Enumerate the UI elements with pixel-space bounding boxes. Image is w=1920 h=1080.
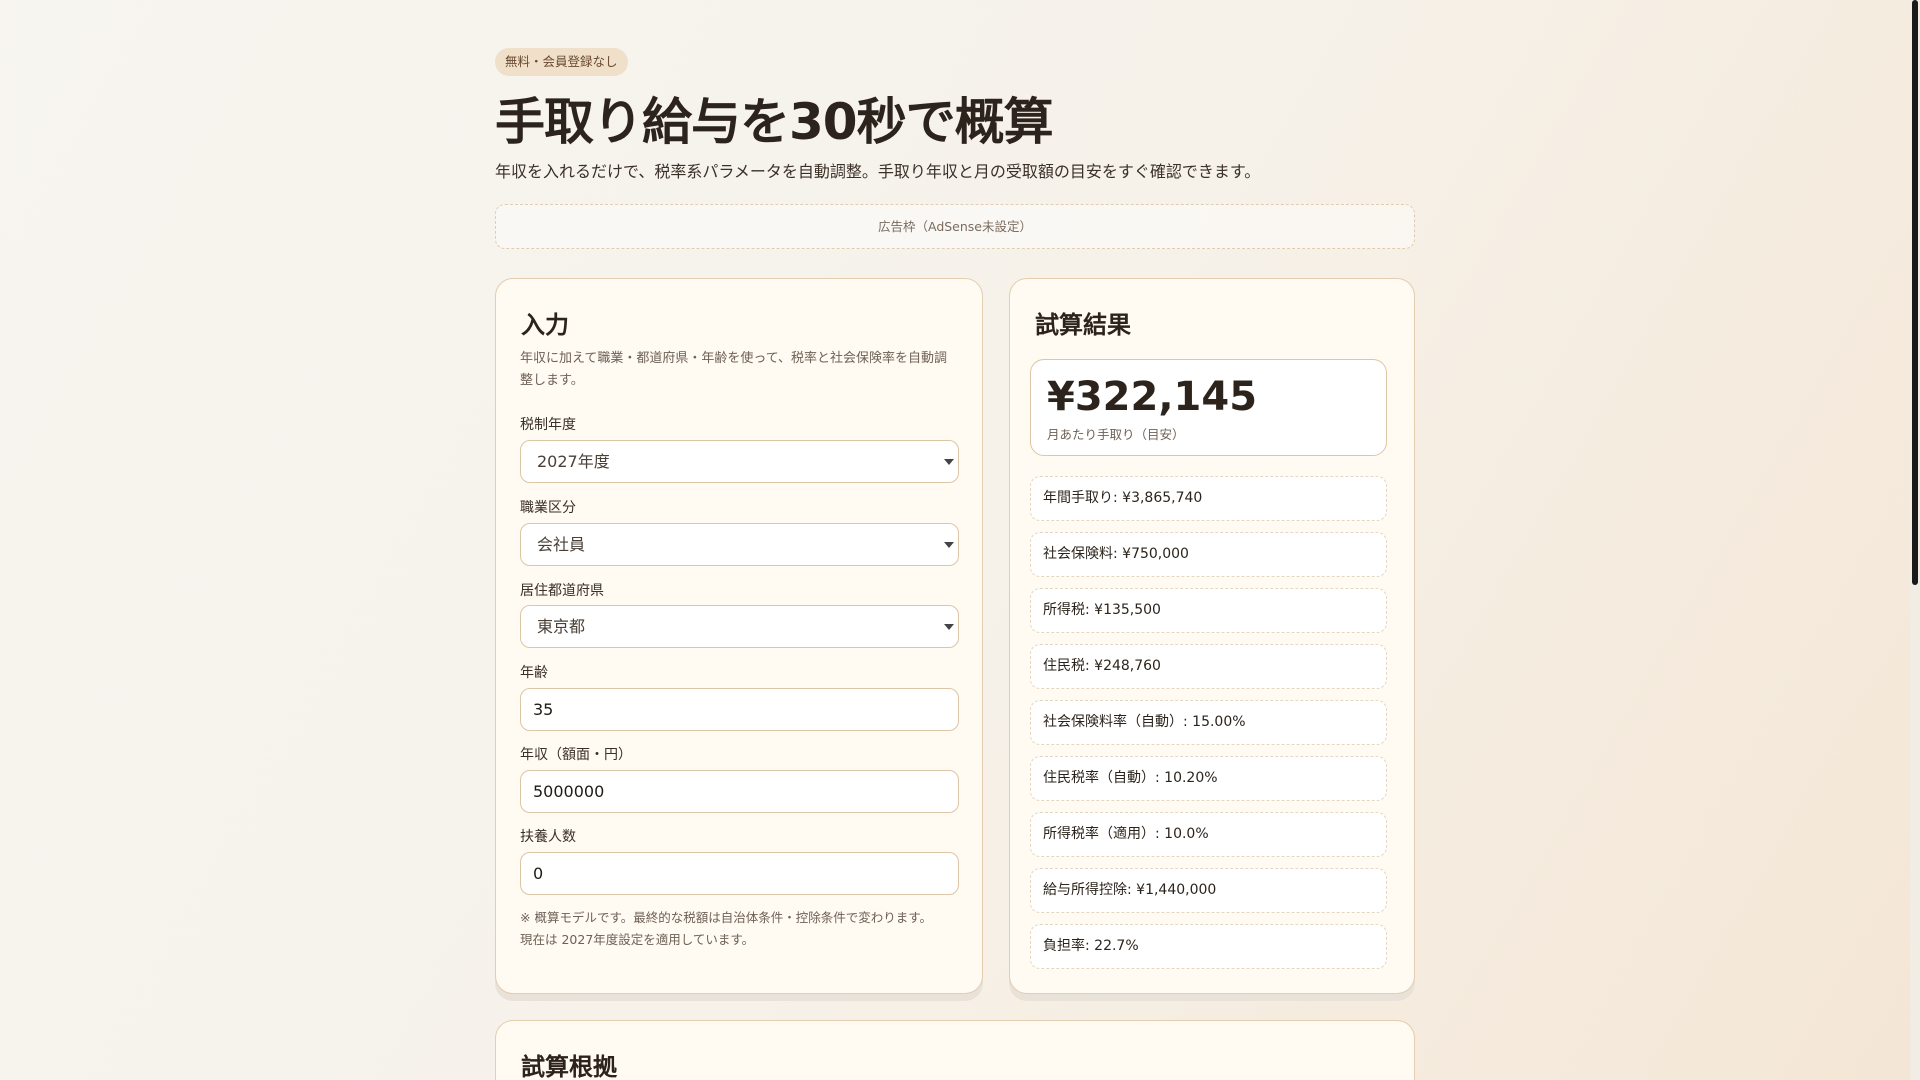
chevron-down-icon — [944, 624, 954, 630]
ad-slot: 広告枠（AdSense未設定） — [495, 204, 1415, 249]
result-row-salary-deduction: 給与所得控除: ¥1,440,000 — [1030, 868, 1387, 913]
free-badge: 無料・会員登録なし — [495, 48, 628, 76]
prefecture-value: 東京都 — [537, 617, 586, 636]
note-line-1: ※ 概算モデルです。最終的な税額は自治体条件・控除条件で変わります。 — [520, 910, 932, 925]
result-row-annual-takehome: 年間手取り: ¥3,865,740 — [1030, 476, 1387, 521]
basis-card: 試算根拠 — [495, 1020, 1415, 1080]
result-heading: 試算結果 — [1035, 311, 1131, 339]
job-label: 職業区分 — [520, 500, 576, 516]
disclaimer-note: ※ 概算モデルです。最終的な税額は自治体条件・控除条件で変わります。 現在は 20… — [520, 907, 932, 951]
prefecture-label: 居住都道府県 — [520, 583, 604, 599]
basis-heading: 試算根拠 — [521, 1053, 617, 1080]
page-title: 手取り給与を30秒で概算 — [495, 93, 1054, 151]
result-row-social-insurance: 社会保険料: ¥750,000 — [1030, 532, 1387, 577]
result-row-income-tax: 所得税: ¥135,500 — [1030, 588, 1387, 633]
result-row-social-rate: 社会保険料率（自動）: 15.00% — [1030, 700, 1387, 745]
result-row-income-tax-rate: 所得税率（適用）: 10.0% — [1030, 812, 1387, 857]
monthly-takehome-caption: 月あたり手取り（目安） — [1047, 427, 1185, 442]
chevron-down-icon — [944, 459, 954, 465]
input-description: 年収に加えて職業・都道府県・年齢を使って、税率と社会保険率を自動調整します。 — [520, 351, 948, 388]
tax-year-select[interactable]: 2027年度 — [520, 440, 959, 483]
scrollbar[interactable] — [1910, 0, 1920, 1080]
result-row-resident-tax: 住民税: ¥248,760 — [1030, 644, 1387, 689]
note-line-2: 現在は 2027年度設定を適用しています。 — [520, 932, 755, 947]
result-card: 試算結果 ¥322,145 月あたり手取り（目安） 年間手取り: ¥3,865,… — [1009, 278, 1415, 994]
result-row-burden-rate: 負担率: 22.7% — [1030, 924, 1387, 969]
job-select[interactable]: 会社員 — [520, 523, 959, 566]
age-input[interactable]: 35 — [520, 688, 959, 731]
income-input[interactable]: 5000000 — [520, 770, 959, 813]
job-value: 会社員 — [537, 535, 586, 554]
age-label: 年齢 — [520, 665, 548, 681]
page-subtitle: 年収を入れるだけで、税率系パラメータを自動調整。手取り年収と月の受取額の目安をす… — [495, 162, 1261, 181]
scrollbar-thumb[interactable] — [1912, 0, 1918, 585]
chevron-down-icon — [944, 542, 954, 548]
income-label: 年収（額面・円） — [520, 747, 632, 763]
result-row-resident-rate: 住民税率（自動）: 10.20% — [1030, 756, 1387, 801]
prefecture-select[interactable]: 東京都 — [520, 605, 959, 648]
tax-year-label: 税制年度 — [520, 417, 576, 433]
dependents-input[interactable]: 0 — [520, 852, 959, 895]
monthly-takehome-box: ¥322,145 月あたり手取り（目安） — [1030, 359, 1387, 456]
input-heading: 入力 — [521, 311, 569, 339]
monthly-takehome-value: ¥322,145 — [1047, 374, 1258, 420]
dependents-label: 扶養人数 — [520, 829, 576, 845]
tax-year-value: 2027年度 — [537, 452, 610, 471]
